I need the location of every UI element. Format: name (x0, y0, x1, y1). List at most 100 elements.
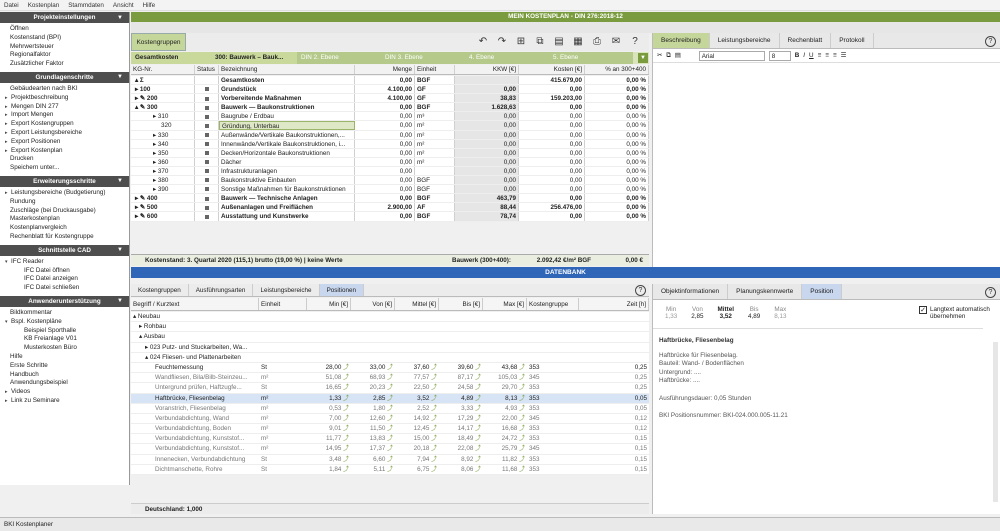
db-row[interactable]: Verbundabdichtung, Wand m² 7,00 ⤴ 12,60 ⤴ 14… (131, 413, 649, 425)
db-price[interactable]: 105,03 ⤴ (483, 373, 527, 382)
size-select[interactable]: 8 (768, 50, 791, 61)
tab-rechenblatt[interactable]: Rechenblatt (780, 33, 832, 48)
kosten-cell[interactable]: 0,00 (519, 157, 585, 166)
db-column-header[interactable]: Max [€] (483, 298, 527, 310)
langtext-checkbox[interactable]: ✓ (919, 306, 927, 314)
db-row[interactable]: ▸ 023 Putz- und Stuckarbeiten, Wa... (131, 342, 649, 353)
structure-icon[interactable]: ⊞ (515, 35, 527, 47)
db-price[interactable]: 24,58 ⤴ (439, 383, 483, 392)
transfer-arrow-icon[interactable]: ⤴ (473, 375, 481, 381)
menge-cell[interactable]: 0,00 (355, 112, 415, 121)
sidebar-section-header[interactable]: Erweiterungsschritte ▼ (0, 175, 129, 187)
db-price[interactable]: 16,65 ⤴ (307, 383, 351, 392)
breadcrumb-item[interactable]: 4. Ebene (465, 52, 549, 64)
menge-cell[interactable]: 4.100,00 (355, 85, 415, 94)
transfer-arrow-icon[interactable]: ⤴ (429, 436, 437, 442)
transfer-arrow-icon[interactable]: ⤴ (341, 446, 349, 452)
db-price[interactable]: 7,94 ⤴ (395, 455, 439, 464)
transfer-arrow-icon[interactable]: ⤴ (429, 416, 437, 422)
table-row[interactable]: ▸ 100 Grundstück 4.100,00 GF 0,00 0,00 0,00 % (131, 85, 649, 95)
transfer-arrow-icon[interactable]: ⤴ (517, 446, 525, 452)
db-price[interactable]: 4,93 ⤴ (483, 404, 527, 413)
menu-item-ansicht[interactable]: Ansicht (113, 2, 134, 9)
transfer-arrow-icon[interactable]: ⤴ (385, 365, 393, 371)
copy-fmt-icon[interactable]: ⧉ (666, 52, 671, 60)
db-price[interactable]: 8,13 ⤴ (483, 394, 527, 403)
sidebar-item[interactable]: Erste Schritte (0, 362, 129, 371)
column-header[interactable]: Einheit (415, 65, 455, 74)
menge-cell[interactable]: 0,00 (355, 103, 415, 112)
db-price[interactable]: 7,00 ⤴ (307, 414, 351, 423)
transfer-arrow-icon[interactable]: ⤴ (517, 436, 525, 442)
transfer-arrow-icon[interactable]: ⤴ (473, 406, 481, 412)
transfer-arrow-icon[interactable]: ⤴ (385, 406, 393, 412)
sidebar-item[interactable]: ▸ Import Mengen (0, 111, 129, 120)
db-price[interactable]: 12,60 ⤴ (351, 414, 395, 423)
db-price[interactable]: 6,60 ⤴ (351, 455, 395, 464)
transfer-arrow-icon[interactable]: ⤴ (385, 457, 393, 463)
transfer-arrow-icon[interactable]: ⤴ (341, 426, 349, 432)
sidebar-item[interactable]: IFC Datei öffnen (0, 267, 129, 276)
transfer-arrow-icon[interactable]: ⤴ (473, 365, 481, 371)
align-right-icon[interactable]: ≡ (833, 52, 837, 59)
transfer-arrow-icon[interactable]: ⤴ (429, 375, 437, 381)
sidebar-item[interactable]: Bildkommentar (0, 309, 129, 318)
sidebar-item[interactable]: Öffnen (0, 25, 129, 34)
tab-kostengruppen[interactable]: Kostengruppen (131, 284, 189, 296)
db-price[interactable]: 77,57 ⤴ (395, 373, 439, 382)
db-price[interactable]: 16,68 ⤴ (483, 424, 527, 433)
transfer-arrow-icon[interactable]: ⤴ (385, 436, 393, 442)
transfer-arrow-icon[interactable]: ⤴ (517, 426, 525, 432)
collapse-icon[interactable]: ▼ (117, 298, 123, 304)
column-header[interactable]: Menge (355, 65, 415, 74)
cut-icon[interactable]: ✂ (657, 52, 662, 59)
db-price[interactable]: 22,50 ⤴ (395, 383, 439, 392)
transfer-arrow-icon[interactable]: ⤴ (341, 396, 349, 402)
db-price[interactable]: 8,06 ⤴ (439, 465, 483, 474)
db-row[interactable]: Untergrund prüfen, Haftzugfe... St 16,65 ⤴… (131, 383, 649, 394)
table-row[interactable]: ▴ Σ Gesamtkosten 0,00 BGF 415.679,00 0,00 % (131, 76, 649, 86)
db-price[interactable]: 2,85 ⤴ (351, 394, 395, 403)
db-price[interactable]: 22,00 ⤴ (483, 414, 527, 423)
menge-cell[interactable]: 0,00 (355, 185, 415, 194)
db-row[interactable]: Wandfliesen, Bila/Bilb-Steinzeu... m² 51,0… (131, 373, 649, 384)
transfer-arrow-icon[interactable]: ⤴ (517, 467, 525, 473)
sidebar-section-header[interactable]: Anwenderunterstützung ▼ (0, 295, 129, 307)
db-price[interactable]: 33,00 ⤴ (351, 363, 395, 372)
db-column-header[interactable]: Kostengruppe (527, 298, 579, 310)
menu-item-kostenplan[interactable]: Kostenplan (28, 2, 60, 9)
db-price[interactable]: 1,80 ⤴ (351, 404, 395, 413)
transfer-arrow-icon[interactable]: ⤴ (429, 396, 437, 402)
transfer-arrow-icon[interactable]: ⤴ (473, 467, 481, 473)
kosten-cell[interactable]: 159.203,00 (519, 94, 585, 103)
tab-objektinformationen[interactable]: Objektinformationen (653, 284, 729, 299)
breadcrumb-item[interactable]: 300: Bauwerk – Bauk... (211, 52, 297, 64)
table-row[interactable]: ▸ 390 Sonstige Maßnahmen für Baukonstrukt… (131, 185, 649, 195)
db-price[interactable]: 15,00 ⤴ (395, 434, 439, 443)
db-row[interactable]: Haftbrücke, Fliesenbelag m² 1,33 ⤴ 2,85 ⤴ 3,… (131, 393, 649, 404)
menu-item-stammdaten[interactable]: Stammdaten (68, 2, 104, 9)
menge-cell[interactable]: 0,00 (355, 139, 415, 148)
db-price[interactable]: 51,08 ⤴ (307, 373, 351, 382)
sidebar-item[interactable]: Kostenplanvergleich (0, 224, 129, 233)
menge-cell[interactable]: 4.100,00 (355, 94, 415, 103)
menge-cell[interactable]: 0,00 (355, 76, 415, 85)
table-row[interactable]: ▸ 330 Außenwände/Vertikale Baukonstruktio… (131, 130, 649, 140)
kosten-cell[interactable]: 0,00 (519, 185, 585, 194)
transfer-arrow-icon[interactable]: ⤴ (429, 406, 437, 412)
tab-protokoll[interactable]: Protokoll (831, 33, 874, 48)
tab-kostengruppen[interactable]: Kostengruppen (131, 33, 186, 51)
tab-leistungsbereiche[interactable]: Leistungsbereiche (710, 33, 780, 48)
collapse-icon[interactable]: ▼ (117, 247, 123, 253)
sidebar-item[interactable]: ▸ Projektbeschreibung (0, 94, 129, 103)
transfer-arrow-icon[interactable]: ⤴ (517, 406, 525, 412)
db-column-header[interactable]: Bis [€] (439, 298, 483, 310)
align-left-icon[interactable]: ≡ (818, 52, 822, 59)
table-row[interactable]: ▸ 310 Baugrube / Erdbau 0,00 m³ 0,00 0,00 0,00… (131, 112, 649, 122)
transfer-arrow-icon[interactable]: ⤴ (517, 457, 525, 463)
sidebar-item[interactable]: Masterkostenplan (0, 215, 129, 224)
db-price[interactable]: 20,23 ⤴ (351, 383, 395, 392)
langtext-option[interactable]: ✓ Langtext automatisch übernehmen (919, 306, 999, 320)
db-row[interactable]: ▸ Rohbau (131, 322, 649, 333)
db-row[interactable]: Verbundabdichtung, Boden m² 9,01 ⤴ 11,50 ⤴ 1… (131, 424, 649, 435)
